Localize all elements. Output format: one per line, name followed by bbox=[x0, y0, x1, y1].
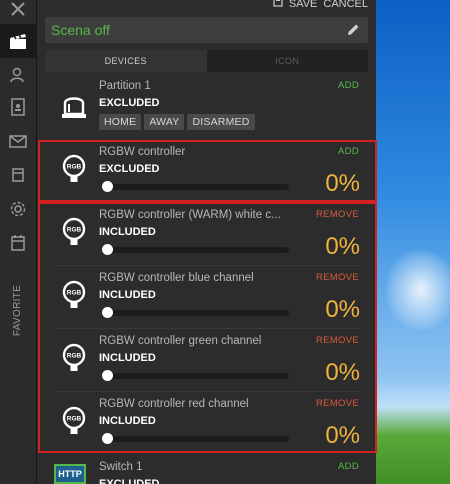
users-icon[interactable] bbox=[0, 58, 36, 92]
save-button[interactable]: SAVE bbox=[289, 0, 318, 10]
pencil-icon[interactable] bbox=[347, 23, 360, 41]
favorite-label: FAVORITE bbox=[12, 284, 24, 336]
scene-name: Scena off bbox=[51, 22, 110, 38]
arming-modes: HOME AWAY DISARMED bbox=[99, 114, 255, 130]
highlight-box bbox=[38, 202, 377, 453]
mode-disarmed-button[interactable]: DISARMED bbox=[187, 114, 255, 130]
add-partition-button[interactable]: ADD bbox=[338, 80, 359, 91]
partition-name: Partition 1 bbox=[99, 80, 151, 92]
tab-bar: DEVICES ICON bbox=[45, 50, 368, 72]
save-icon[interactable] bbox=[273, 0, 283, 10]
mode-away-button[interactable]: AWAY bbox=[144, 114, 185, 130]
sidebar-rail: FAVORITE bbox=[0, 0, 37, 484]
tools-icon[interactable] bbox=[0, 0, 36, 26]
switch-state: EXCLUDED bbox=[99, 478, 160, 484]
devices-icon[interactable] bbox=[0, 158, 36, 192]
cancel-button[interactable]: CANCEL bbox=[323, 0, 368, 10]
partition-state: EXCLUDED bbox=[99, 97, 160, 109]
scene-editor-panel: SAVE CANCEL Scena off DEVICES ICON Parti… bbox=[37, 0, 377, 484]
switch-row: HTTP Switch 1 EXCLUDED ADD bbox=[45, 455, 368, 484]
scenes-icon[interactable] bbox=[0, 24, 36, 58]
add-switch-button[interactable]: ADD bbox=[338, 461, 359, 472]
http-icon: HTTP bbox=[54, 464, 86, 484]
partition-row: Partition 1 EXCLUDED ADD HOME AWAY DISAR… bbox=[45, 74, 368, 137]
messages-icon[interactable] bbox=[0, 124, 36, 158]
mode-home-button[interactable]: HOME bbox=[99, 114, 142, 130]
calendar-icon[interactable] bbox=[0, 226, 36, 260]
settings-gear-icon[interactable] bbox=[0, 192, 36, 226]
desktop-background bbox=[376, 0, 450, 484]
favorite-tab[interactable]: FAVORITE bbox=[0, 270, 36, 350]
tab-icon[interactable]: ICON bbox=[207, 50, 369, 72]
tab-devices[interactable]: DEVICES bbox=[45, 50, 207, 72]
switch-name: Switch 1 bbox=[99, 461, 143, 473]
header-actions: SAVE CANCEL bbox=[273, 0, 368, 10]
alarm-siren-icon bbox=[56, 86, 92, 122]
highlight-box bbox=[38, 140, 377, 202]
contacts-icon[interactable] bbox=[0, 90, 36, 124]
scene-name-field[interactable]: Scena off bbox=[45, 17, 368, 43]
cloud-decoration bbox=[386, 250, 450, 330]
